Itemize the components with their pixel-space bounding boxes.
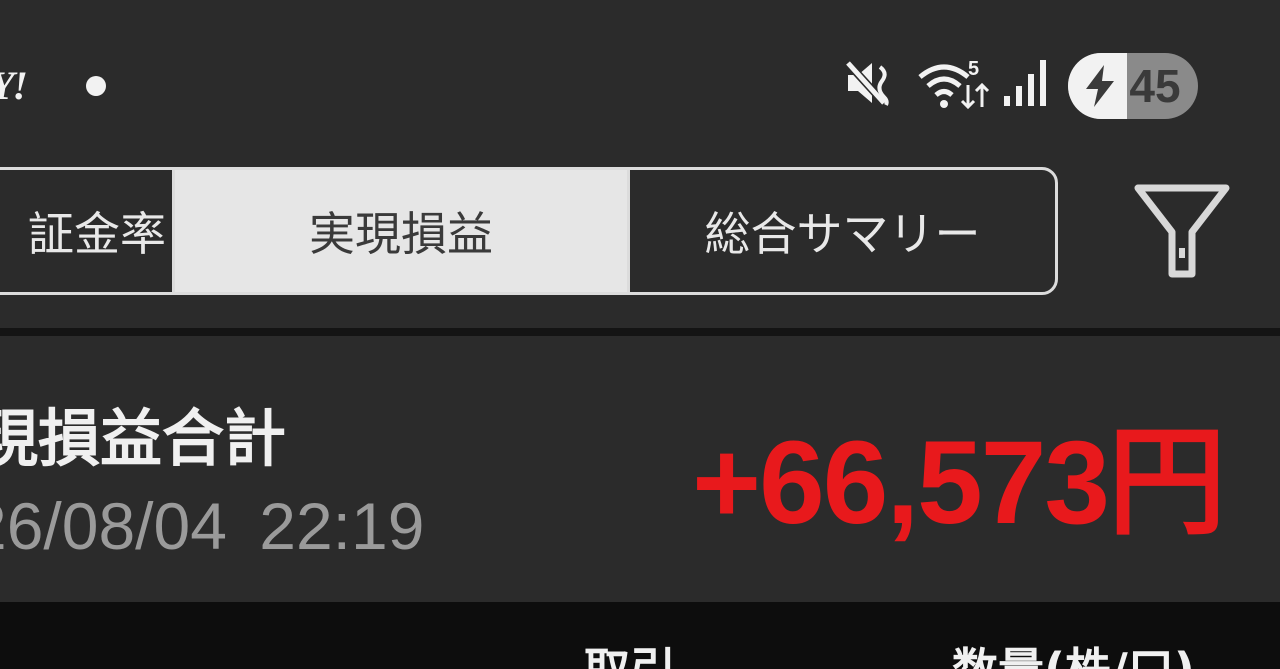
signal-icon	[1004, 60, 1046, 106]
segmented-tab-bar: 証金率 実現損益 総合サマリー	[0, 167, 1058, 295]
charging-bolt-icon	[1086, 65, 1114, 107]
realized-pl-amount: +66,573円	[692, 417, 1226, 549]
wifi-band-label: 5	[968, 58, 979, 80]
status-bar: Y! 5 45	[0, 0, 1280, 165]
section-divider	[0, 328, 1280, 336]
app-logo: Y!	[0, 63, 28, 108]
screen: Y! 5 45	[0, 0, 1280, 669]
wifi-icon: 5	[918, 58, 990, 110]
summary-datetime: 26/08/04 22:19	[0, 489, 425, 563]
mute-icon	[843, 58, 889, 108]
filter-icon[interactable]	[1132, 180, 1232, 282]
table-header: 取引 数量(株/口)	[0, 602, 1280, 669]
column-header-quantity: 数量(株/口)	[952, 634, 1195, 669]
battery-level: 45	[1129, 60, 1181, 112]
battery-indicator: 45	[1068, 53, 1198, 119]
summary-title: 現損益合計	[0, 402, 287, 475]
notification-dot	[86, 76, 106, 96]
tab-margin-rate[interactable]: 証金率	[0, 170, 175, 292]
tab-realized-pl[interactable]: 実現損益	[175, 170, 627, 292]
tab-total-summary[interactable]: 総合サマリー	[627, 170, 1055, 292]
column-header-trade: 取引	[584, 634, 676, 669]
